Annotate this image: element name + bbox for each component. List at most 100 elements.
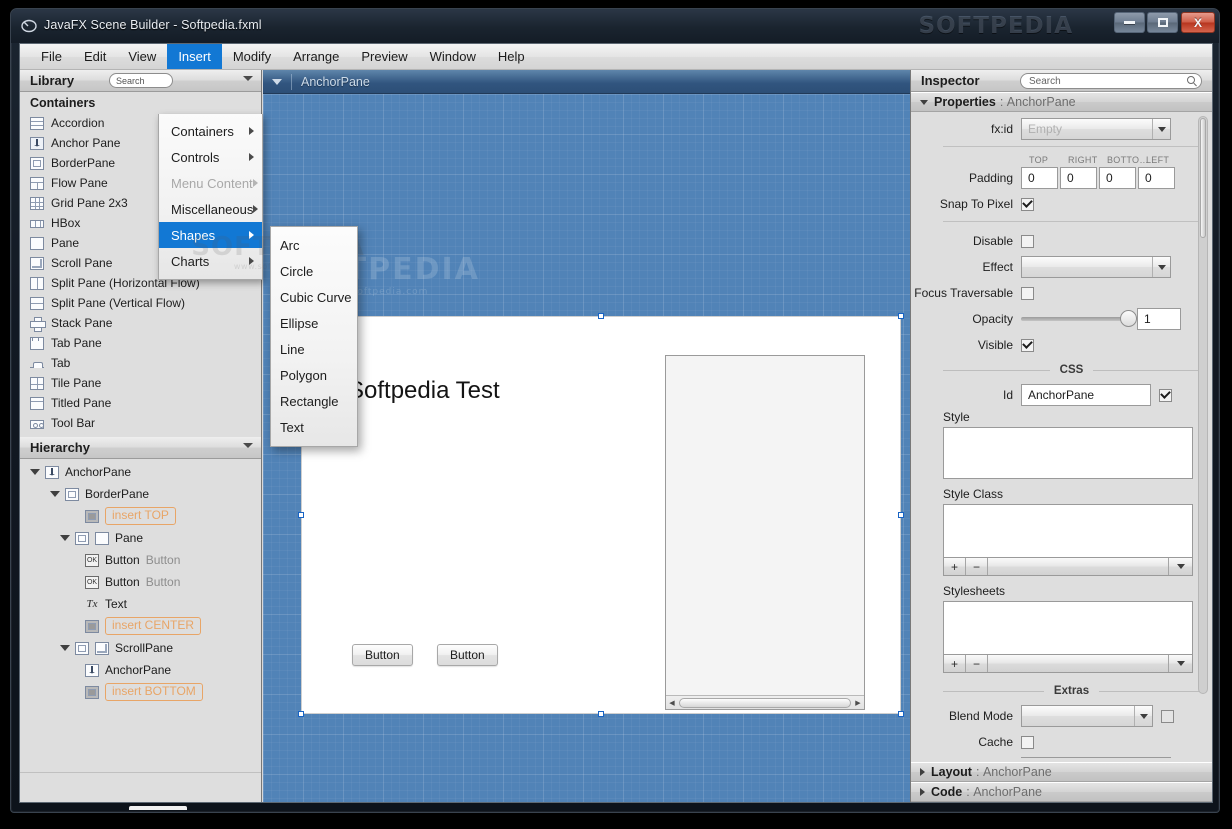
selection-handle-bottom-left[interactable] — [298, 711, 304, 717]
insert-menu-item-shapes[interactable]: Shapes — [159, 222, 262, 248]
library-item-stack-pane[interactable]: Stack Pane — [20, 313, 261, 333]
extras-extra-input[interactable] — [1021, 757, 1171, 758]
design-scrollpane[interactable]: ◀ ▶ — [665, 355, 865, 710]
scroll-thumb[interactable] — [679, 697, 851, 708]
library-item-titled-pane[interactable]: Titled Pane — [20, 393, 261, 413]
menu-modify[interactable]: Modify — [222, 44, 282, 69]
inspector-scrollbar-thumb[interactable] — [1200, 118, 1206, 238]
design-scrollpane-hscrollbar[interactable]: ◀ ▶ — [666, 695, 864, 709]
minimize-button[interactable] — [1114, 12, 1145, 33]
designed-root-anchorpane[interactable]: Softpedia Test Button Button ◀ ▶ — [301, 316, 901, 714]
close-button[interactable]: X — [1181, 12, 1215, 33]
menu-insert[interactable]: Insert — [167, 44, 222, 69]
shapes-submenu[interactable]: Arc Circle Cubic Curve Ellipse Line Poly… — [270, 226, 358, 447]
accordion-code[interactable]: Code : AnchorPane — [911, 782, 1212, 802]
selection-handle-middle-right[interactable] — [898, 512, 904, 518]
menu-view[interactable]: View — [117, 44, 167, 69]
library-item-tab[interactable]: Tab — [20, 353, 261, 373]
blend-mode-checkbox[interactable] — [1161, 709, 1174, 723]
menu-file[interactable]: File — [30, 44, 73, 69]
menu-preview[interactable]: Preview — [350, 44, 418, 69]
hierarchy-node-insert-center[interactable]: insert CENTER — [20, 615, 261, 637]
inspector-search-input[interactable]: Search — [1020, 73, 1202, 89]
selection-handle-top-right[interactable] — [898, 313, 904, 319]
blend-mode-dropdown-button[interactable] — [1134, 706, 1152, 726]
library-menu-chevron-down-icon[interactable] — [243, 76, 253, 81]
insert-dropdown-menu[interactable]: Containers Controls Menu Content Miscell… — [158, 114, 263, 280]
stylesheets-input[interactable] — [988, 655, 1168, 672]
opacity-value-input[interactable]: 1 — [1137, 308, 1181, 330]
hierarchy-menu-chevron-down-icon[interactable] — [243, 443, 253, 448]
expand-caret-down-icon[interactable] — [60, 645, 70, 651]
expand-caret-down-icon[interactable] — [50, 491, 60, 497]
style-class-add-button[interactable]: + — [944, 558, 966, 575]
library-item-tab-pane[interactable]: Tab Pane — [20, 333, 261, 353]
effect-dropdown-button[interactable] — [1152, 257, 1170, 277]
library-item-tile-pane[interactable]: Tile Pane — [20, 373, 261, 393]
menu-window[interactable]: Window — [419, 44, 487, 69]
stylesheets-add-button[interactable]: + — [944, 655, 966, 672]
opacity-slider-knob[interactable] — [1120, 310, 1137, 327]
insert-menu-item-controls[interactable]: Controls — [159, 144, 262, 170]
insert-menu-item-miscellaneous[interactable]: Miscellaneous — [159, 196, 262, 222]
accordion-layout[interactable]: Layout : AnchorPane — [911, 762, 1212, 782]
breadcrumb-label[interactable]: AnchorPane — [301, 75, 370, 89]
padding-top-input[interactable]: 0 — [1021, 167, 1058, 189]
hierarchy-node-insert-bottom[interactable]: insert BOTTOM — [20, 681, 261, 703]
hierarchy-node-text[interactable]: Tx Text — [20, 593, 261, 615]
insert-menu-item-containers[interactable]: Containers — [159, 118, 262, 144]
stylesheets-listbox[interactable] — [943, 601, 1193, 655]
padding-bottom-input[interactable]: 0 — [1099, 167, 1136, 189]
fxid-field[interactable]: Empty — [1028, 122, 1062, 136]
hierarchy-node-anchorpane-root[interactable]: AnchorPane — [20, 461, 261, 483]
selection-handle-middle-left[interactable] — [298, 512, 304, 518]
selection-handle-bottom-center[interactable] — [598, 711, 604, 717]
css-id-input[interactable]: AnchorPane — [1021, 384, 1151, 406]
padding-left-input[interactable]: 0 — [1138, 167, 1175, 189]
expand-caret-down-icon[interactable] — [30, 469, 40, 475]
form-title-text[interactable]: Softpedia Test — [348, 377, 500, 405]
maximize-button[interactable] — [1147, 12, 1178, 33]
style-textarea[interactable] — [943, 427, 1193, 479]
accordion-properties[interactable]: Properties : AnchorPane — [911, 92, 1212, 112]
breadcrumb-chevron-down-icon[interactable] — [272, 79, 282, 85]
style-class-listbox[interactable] — [943, 504, 1193, 558]
css-id-checkbox[interactable] — [1159, 388, 1172, 402]
selection-handle-bottom-right[interactable] — [898, 711, 904, 717]
design-button-two[interactable]: Button — [437, 644, 498, 666]
shapes-item-text[interactable]: Text — [271, 414, 357, 440]
shapes-item-circle[interactable]: Circle — [271, 258, 357, 284]
focus-traversable-checkbox[interactable] — [1021, 286, 1034, 300]
hierarchy-node-pane[interactable]: Pane — [20, 527, 261, 549]
library-search-input[interactable]: Search — [109, 73, 173, 88]
stylesheets-dropdown-button[interactable] — [1168, 655, 1192, 672]
shapes-item-cubic-curve[interactable]: Cubic Curve — [271, 284, 357, 310]
shapes-item-rectangle[interactable]: Rectangle — [271, 388, 357, 414]
snap-to-pixel-checkbox[interactable] — [1021, 197, 1034, 211]
cache-checkbox[interactable] — [1021, 735, 1034, 749]
hierarchy-node-button-2[interactable]: OK Button Button — [20, 571, 261, 593]
shapes-item-polygon[interactable]: Polygon — [271, 362, 357, 388]
padding-right-input[interactable]: 0 — [1060, 167, 1097, 189]
shapes-item-line[interactable]: Line — [271, 336, 357, 362]
fxid-dropdown-button[interactable] — [1152, 119, 1170, 139]
hierarchy-tree[interactable]: AnchorPane BorderPane insert TOP Pane OK… — [20, 459, 261, 772]
hierarchy-node-button-1[interactable]: OK Button Button — [20, 549, 261, 571]
opacity-slider[interactable] — [1021, 310, 1137, 327]
scroll-left-arrow-icon[interactable]: ◀ — [666, 697, 678, 709]
library-item-tool-bar[interactable]: Tool Bar — [20, 413, 261, 433]
hierarchy-node-scrollpane[interactable]: ScrollPane — [20, 637, 261, 659]
insert-menu-item-charts[interactable]: Charts — [159, 248, 262, 274]
style-class-dropdown-button[interactable] — [1168, 558, 1192, 575]
disable-checkbox[interactable] — [1021, 234, 1034, 248]
hierarchy-node-anchorpane-child[interactable]: AnchorPane — [20, 659, 261, 681]
menu-help[interactable]: Help — [487, 44, 536, 69]
hierarchy-node-borderpane[interactable]: BorderPane — [20, 483, 261, 505]
library-item-split-pane-vertical[interactable]: Split Pane (Vertical Flow) — [20, 293, 261, 313]
design-button-one[interactable]: Button — [352, 644, 413, 666]
selection-handle-top-center[interactable] — [598, 313, 604, 319]
menu-arrange[interactable]: Arrange — [282, 44, 350, 69]
stylesheets-remove-button[interactable]: − — [966, 655, 988, 672]
visible-checkbox[interactable] — [1021, 338, 1034, 352]
menu-edit[interactable]: Edit — [73, 44, 117, 69]
